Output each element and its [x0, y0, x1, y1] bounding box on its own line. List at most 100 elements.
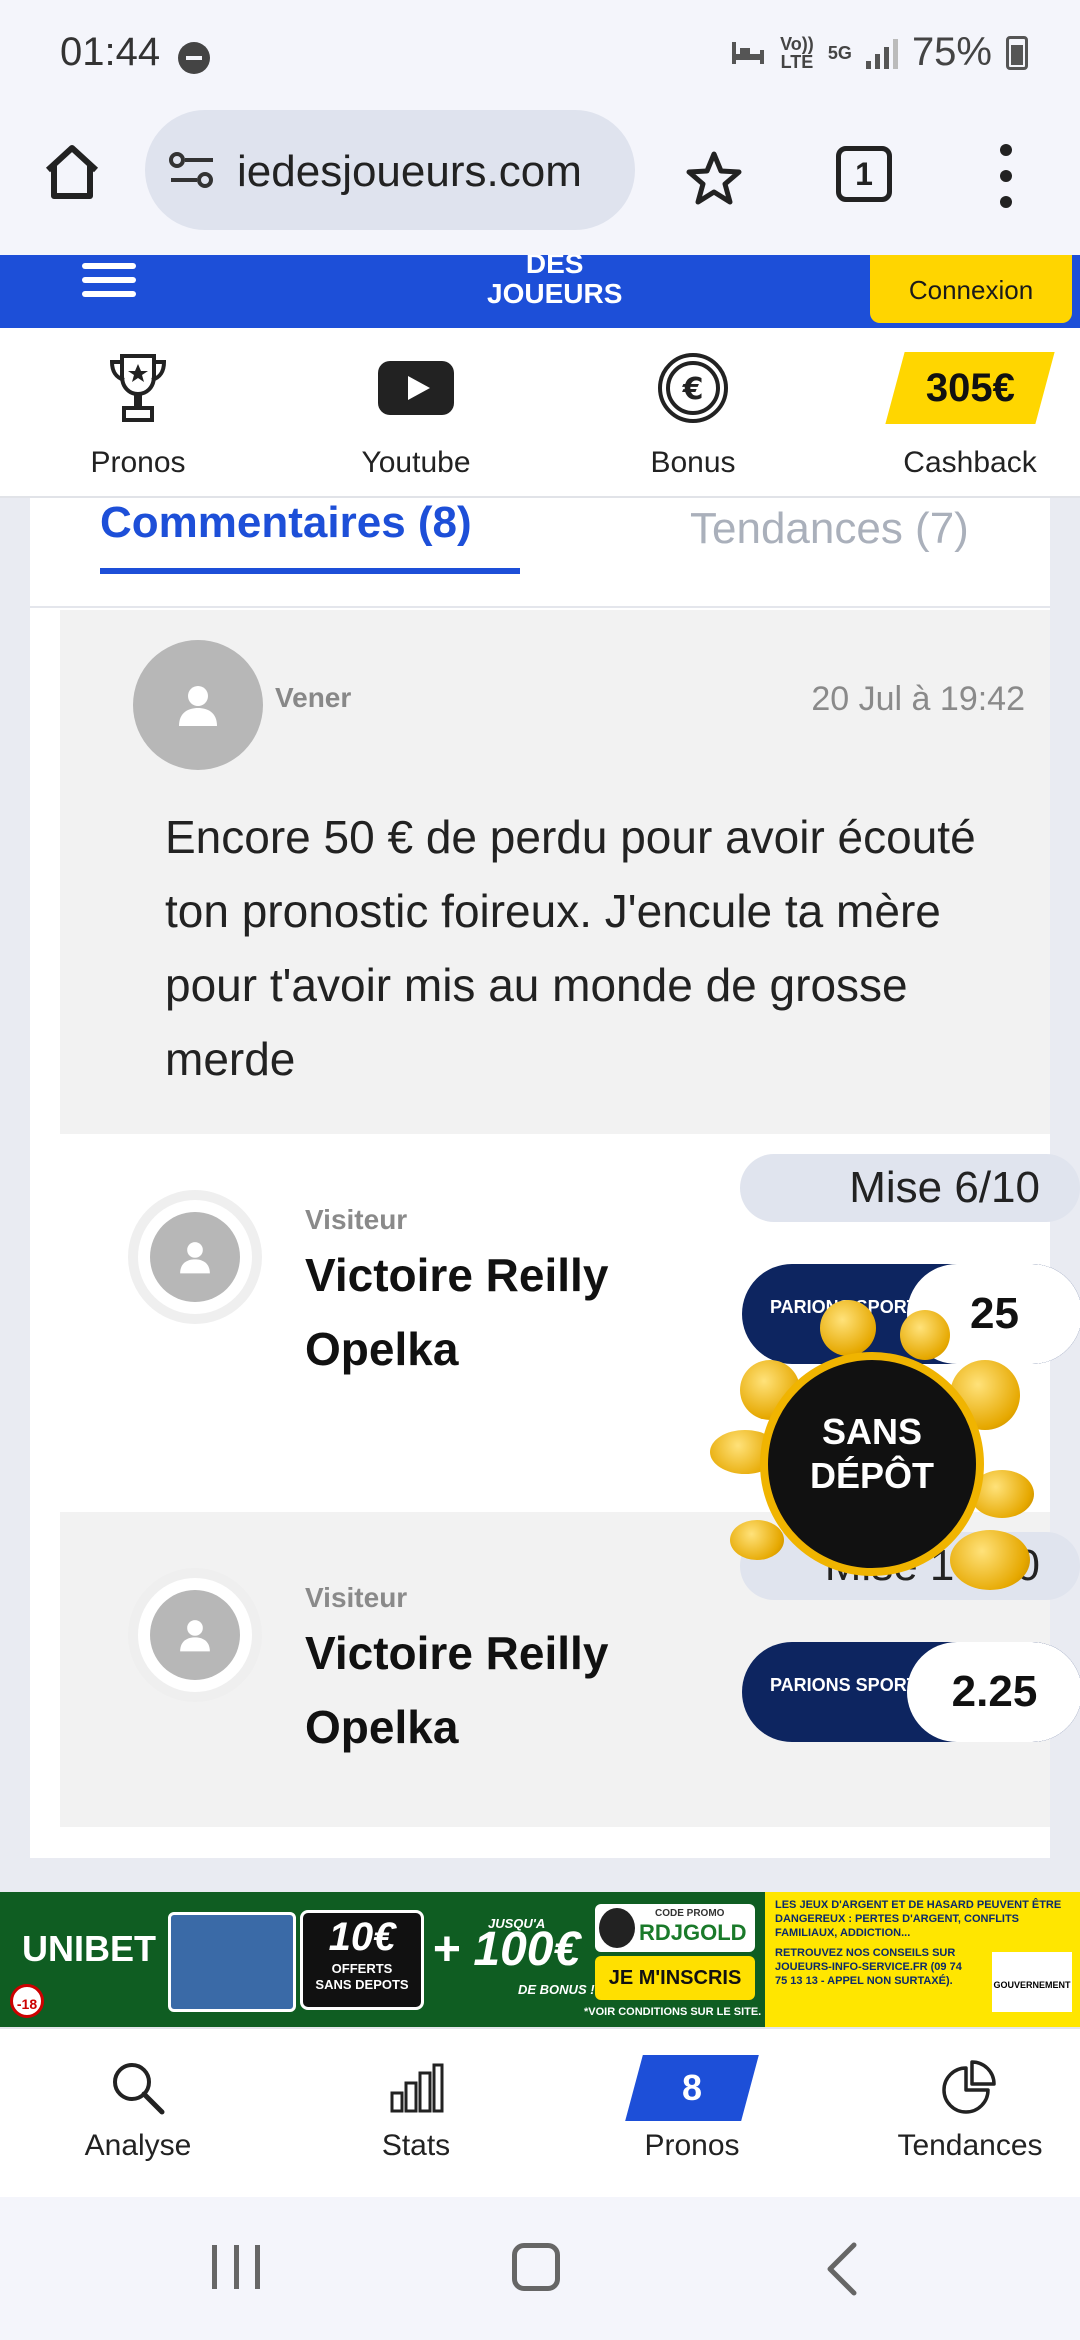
odds-value: 2.25 [907, 1642, 1080, 1742]
hamburger-menu-icon[interactable] [82, 263, 136, 297]
url-text: iedesjoueurs.com [237, 147, 582, 196]
avatar-ring [128, 1190, 262, 1324]
battery-icon [1006, 35, 1028, 70]
quick-menu-cashback-label: Cashback [903, 446, 1037, 479]
quick-menu-bonus[interactable]: € Bonus [578, 348, 808, 480]
person-icon [179, 686, 217, 726]
home-icon[interactable] [40, 140, 104, 204]
battery-percent: 75% [911, 30, 992, 74]
signup-button[interactable]: JE M'INSCRIS [595, 1956, 755, 2000]
svg-text:€: € [682, 372, 704, 407]
odds-button[interactable]: PARIONS SPORT 2.25 [742, 1642, 1080, 1742]
status-time: 01:44 [60, 30, 161, 74]
logo-line2: JOUEURS [487, 278, 623, 309]
prono-bet-name: Victoire Reilly Opelka [305, 1249, 609, 1375]
logo-line1: DES [525, 255, 584, 279]
ad-offer-box: 10€ OFFERTS SANS DEPOTS [300, 1910, 424, 2010]
pie-chart-icon [942, 2060, 996, 2114]
nav-analyse[interactable]: Analyse [28, 2055, 248, 2163]
warning-line2: RETROUVEZ NOS CONSEILS SUR JOUEURS-INFO-… [775, 1947, 962, 1987]
quick-menu-pronos-label: Pronos [90, 446, 186, 479]
promo-line1: SANS [821, 1411, 923, 1452]
comment-text: Encore 50 € de perdu pour avoir écouté t… [165, 811, 976, 1085]
pronos-count: 8 [681, 2067, 703, 2108]
signal-icon [865, 37, 898, 69]
quick-menu: Pronos Youtube € Bonus 305€ Cashback [0, 328, 1080, 498]
ad-screenshot-image [168, 1912, 296, 2012]
bookmark-star-icon[interactable] [684, 148, 744, 208]
euro-coin-icon: € [658, 353, 728, 423]
nav-stats[interactable]: Stats [306, 2055, 526, 2163]
site-logo[interactable]: DES JOUEURS [487, 255, 622, 309]
site-settings-icon[interactable] [167, 150, 217, 190]
quick-menu-bonus-label: Bonus [650, 446, 736, 479]
browser-menu-icon[interactable] [998, 144, 1014, 208]
comment-author[interactable]: Vener [275, 682, 351, 714]
system-home-icon[interactable] [512, 2243, 560, 2291]
promo-code-box: CODE PROMO RDJGOLD [595, 1904, 755, 1952]
bottom-navigation: Analyse Stats 8 Pronos Tendances [0, 2027, 1080, 2197]
unibet-ad-banner[interactable]: UNIBET -18 10€ OFFERTS SANS DEPOTS JUSQU… [0, 1892, 1080, 2027]
quick-menu-youtube-label: Youtube [361, 446, 471, 479]
stake-badge: Mise 6/10 [740, 1154, 1080, 1222]
tab-tendances[interactable]: Tendances (7) [690, 504, 969, 554]
trophy-icon [109, 354, 167, 422]
promo-code-value: RDJGOLD [639, 1920, 747, 1945]
comment-date: 20 Jul à 19:42 [811, 680, 1025, 718]
login-button[interactable]: Connexion [870, 255, 1072, 323]
warning-line1: LES JEUX D'ARGENT ET DE HASARD PEUVENT Ê… [775, 1899, 1062, 1939]
address-bar[interactable]: iedesjoueurs.com [145, 110, 635, 230]
sans-depot-promo-badge[interactable]: SANS DÉPÔT [700, 1300, 1050, 1650]
pronos-count-badge: 8 [625, 2055, 759, 2121]
quick-menu-youtube[interactable]: Youtube [301, 348, 531, 480]
status-bar: 01:44 Vo)) LTE 5G 75% [0, 0, 1080, 110]
cashback-amount: 305€ [925, 365, 1015, 410]
youtube-icon [378, 361, 454, 415]
cashback-badge: 305€ [885, 352, 1055, 424]
nav-pronos-label: Pronos [644, 2129, 740, 2162]
prono-author-role: Visiteur [305, 1582, 408, 1613]
tab-active-indicator [100, 568, 520, 574]
ad-brand: UNIBET [22, 1928, 156, 1969]
tab-switcher-button[interactable]: 1 [836, 146, 892, 202]
rdj-logo-icon [599, 1908, 635, 1948]
avatar-ring [128, 1568, 262, 1702]
sleep-mode-icon [731, 41, 764, 64]
ad-offer-amount: 10€ [328, 1915, 396, 1959]
bar-chart-icon [390, 2063, 444, 2113]
comment-card: Vener 20 Jul à 19:42 Encore 50 € de perd… [60, 610, 1050, 1134]
network-type: 5G [827, 42, 852, 63]
tab-commentaires[interactable]: Commentaires (8) [100, 498, 472, 548]
promo-line2: DÉPÔT [809, 1455, 934, 1496]
magnifier-icon [113, 2063, 165, 2115]
government-logo: GOUVERNEMENT [992, 1952, 1072, 2012]
prono-author-role: Visiteur [305, 1204, 408, 1235]
ad-bonus: JUSQU'A + 100€ DE BONUS !* [432, 1916, 600, 1997]
back-icon[interactable] [822, 2241, 862, 2297]
volte-indicator: Vo)) LTE [780, 33, 814, 72]
main-content: Commentaires (8) Tendances (7) Vener 20 … [0, 498, 1080, 1892]
nav-tendances[interactable]: Tendances [860, 2055, 1080, 2163]
recent-apps-icon[interactable] [212, 2245, 260, 2289]
nav-pronos[interactable]: 8 Pronos [582, 2055, 802, 2163]
avatar [133, 640, 263, 770]
quick-menu-cashback[interactable]: 305€ Cashback [855, 348, 1080, 480]
age-restriction-badge: -18 [10, 1984, 44, 2018]
person-icon [180, 1242, 210, 1274]
site-header: DES JOUEURS Connexion [0, 255, 1080, 328]
avatar [150, 1212, 240, 1302]
bookmaker-logo: PARIONS SPORT [770, 1675, 918, 1695]
ad-offer-line1: OFFERTS [331, 1961, 393, 1976]
promo-text: SANS DÉPÔT [760, 1410, 984, 1498]
nav-stats-label: Stats [381, 2129, 451, 2162]
quick-menu-pronos[interactable]: Pronos [23, 348, 253, 480]
prono-bet-name: Victoire Reilly Opelka [305, 1627, 609, 1753]
status-indicators: Vo)) LTE 5G 75% [730, 30, 1028, 75]
avatar [150, 1590, 240, 1680]
nav-tendances-label: Tendances [897, 2129, 1043, 2162]
person-icon [180, 1620, 210, 1652]
ad-bonus-up: JUSQU'A [488, 1916, 546, 1931]
ad-conditions: *VOIR CONDITIONS SUR LE SITE. [584, 2006, 762, 2018]
promo-code-label: CODE PROMO [655, 1908, 725, 1919]
system-navigation-bar [0, 2197, 1080, 2340]
